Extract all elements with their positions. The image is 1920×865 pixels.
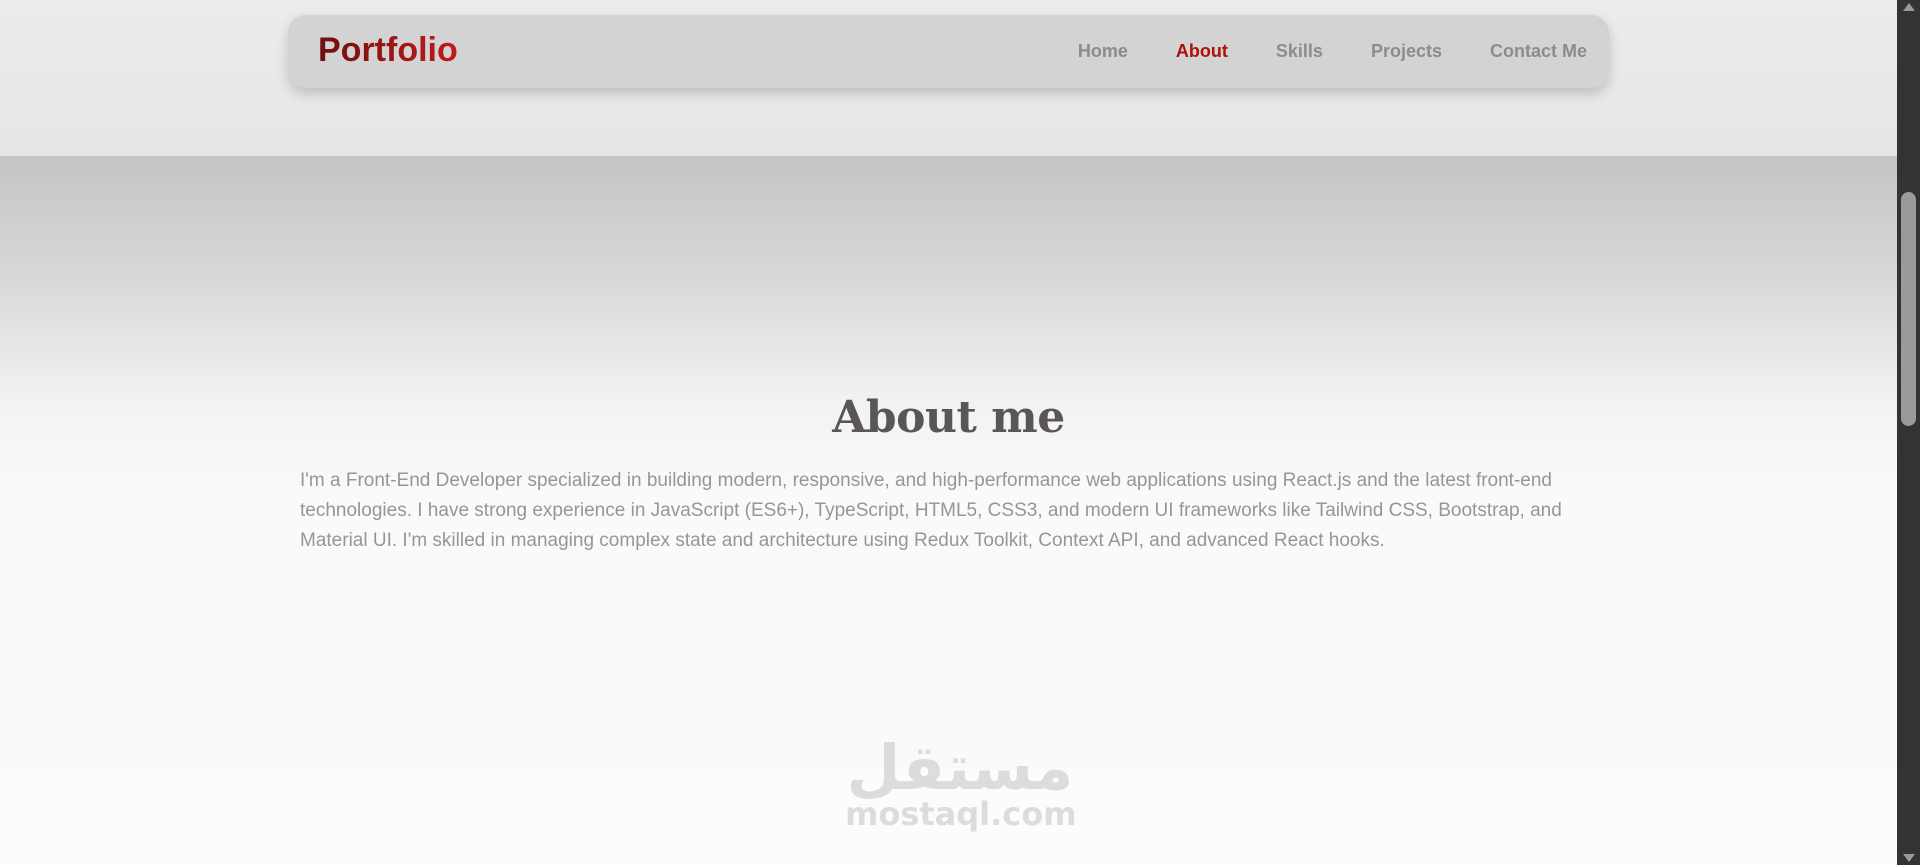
about-title: About me	[832, 392, 1065, 443]
watermark-latin: mostaql.com	[845, 795, 1077, 833]
nav-link-about[interactable]: About	[1176, 41, 1228, 62]
brand-logo[interactable]: Portfolio	[318, 31, 458, 70]
header-area: Portfolio Home About Skills Projects Con…	[0, 0, 1897, 156]
navbar: Portfolio Home About Skills Projects Con…	[288, 14, 1609, 88]
scroll-down-arrow-icon[interactable]	[1903, 854, 1915, 862]
nav-link-projects[interactable]: Projects	[1371, 41, 1442, 62]
mostaql-watermark: مستقل mostaql.com	[845, 731, 1077, 833]
watermark-arabic: مستقل	[846, 731, 1074, 804]
nav-link-skills[interactable]: Skills	[1276, 41, 1323, 62]
nav-link-home[interactable]: Home	[1078, 41, 1128, 62]
nav-links: Home About Skills Projects Contact Me	[1030, 14, 1587, 88]
scroll-up-arrow-icon[interactable]	[1903, 3, 1915, 11]
about-section: About me I'm a Front-End Developer speci…	[0, 156, 1897, 770]
nav-link-contact[interactable]: Contact Me	[1490, 41, 1587, 62]
vertical-scrollbar[interactable]	[1897, 0, 1920, 865]
about-description: I'm a Front-End Developer specialized in…	[300, 470, 1562, 551]
scroll-thumb[interactable]	[1901, 192, 1916, 426]
